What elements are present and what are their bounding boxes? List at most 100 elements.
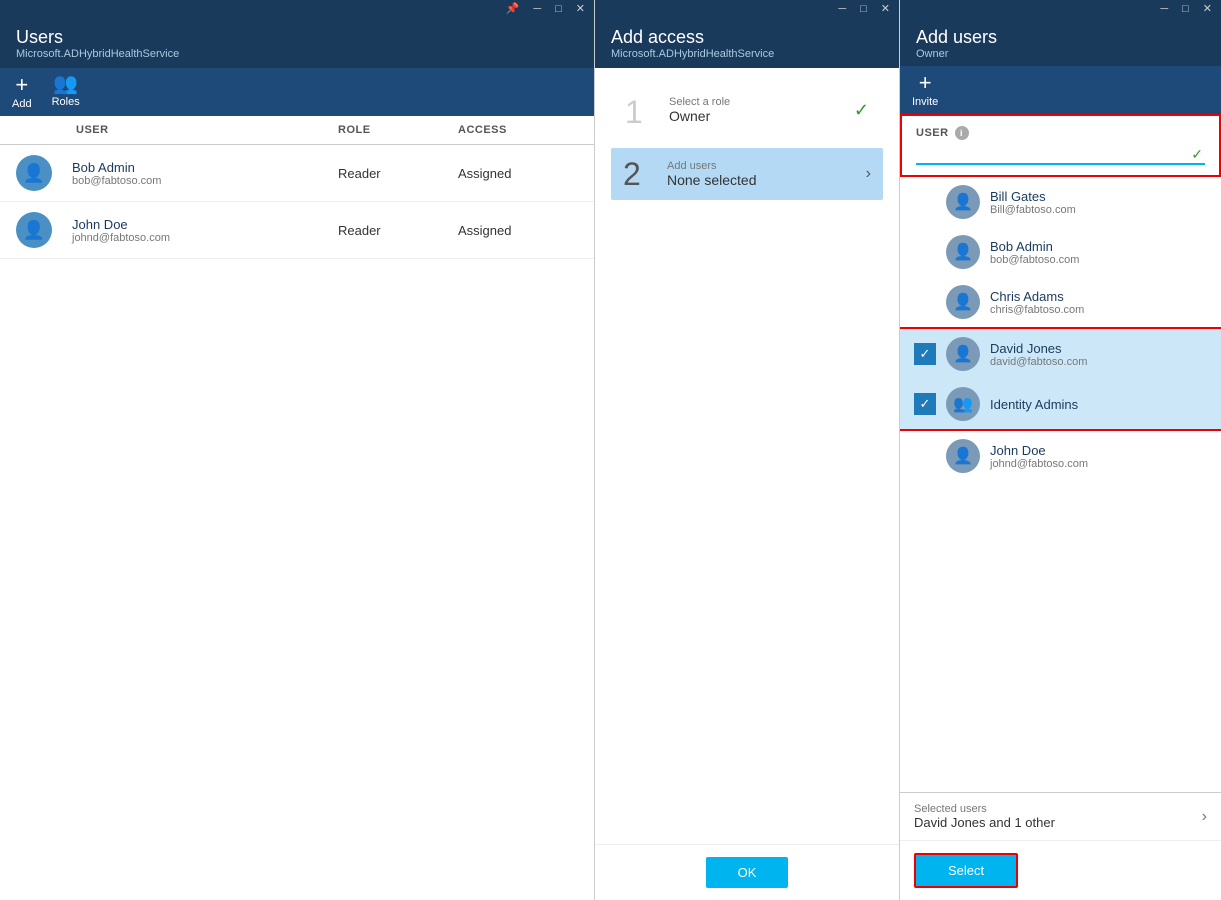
minimize-button[interactable]: ─ bbox=[1157, 2, 1171, 15]
close-button[interactable]: ✕ bbox=[1200, 2, 1215, 15]
add-users-title: Add users bbox=[916, 27, 1205, 48]
step-2-value: None selected bbox=[667, 172, 852, 188]
step-2-label: Add users bbox=[667, 160, 852, 172]
users-title: Users bbox=[16, 27, 578, 48]
avatar: 👤 bbox=[946, 235, 980, 269]
user-email: bob@fabtoso.com bbox=[72, 175, 338, 187]
user-role: Reader bbox=[338, 223, 458, 238]
access-header: Add access Microsoft.ADHybridHealthServi… bbox=[595, 17, 899, 68]
plus-icon: + bbox=[15, 74, 28, 96]
step-2[interactable]: 2 Add users None selected › bbox=[611, 148, 883, 200]
minimize-button[interactable]: ─ bbox=[835, 2, 849, 15]
invite-button[interactable]: + Invite bbox=[912, 72, 938, 108]
input-wrapper: ✓ bbox=[916, 144, 1205, 165]
user-name: Bill Gates bbox=[990, 189, 1076, 204]
users-toolbar: + Add 👥 Roles bbox=[0, 68, 594, 116]
checkbox-checked[interactable]: ✓ bbox=[914, 343, 936, 365]
user-email: johnd@fabtoso.com bbox=[72, 232, 338, 244]
list-item[interactable]: 👤 Chris Adams chris@fabtoso.com bbox=[900, 277, 1221, 327]
users-panel: 📌 ─ □ ✕ Users Microsoft.ADHybridHealthSe… bbox=[0, 0, 595, 900]
user-email: david@fabtoso.com bbox=[990, 356, 1087, 368]
avatar: 👤 bbox=[16, 212, 52, 248]
list-item[interactable]: 👤 Bill Gates Bill@fabtoso.com bbox=[900, 177, 1221, 227]
minimize-button[interactable]: ─ bbox=[530, 2, 544, 15]
step-1[interactable]: 1 Select a role Owner ✓ bbox=[611, 84, 883, 140]
user-name: Identity Admins bbox=[990, 397, 1078, 412]
maximize-button[interactable]: □ bbox=[552, 2, 565, 15]
table-header: USER ROLE ACCESS bbox=[0, 116, 594, 145]
list-item[interactable]: ✓ 👤 David Jones david@fabtoso.com bbox=[900, 329, 1221, 379]
close-button[interactable]: ✕ bbox=[573, 2, 588, 15]
users-header: Users Microsoft.ADHybridHealthService bbox=[0, 17, 594, 68]
selected-users-footer[interactable]: Selected users David Jones and 1 other › bbox=[900, 792, 1221, 840]
add-users-toolbar: + Invite bbox=[900, 66, 1221, 114]
roles-label: Roles bbox=[52, 96, 80, 108]
user-list: 👤 Bill Gates Bill@fabtoso.com 👤 Bob Admi… bbox=[900, 177, 1221, 485]
col-role: ROLE bbox=[338, 124, 458, 136]
ok-button[interactable]: OK bbox=[706, 857, 789, 888]
user-info: Chris Adams chris@fabtoso.com bbox=[990, 289, 1084, 316]
user-info: Identity Admins bbox=[990, 397, 1078, 412]
checkmark-icon: ✓ bbox=[854, 100, 869, 121]
add-users-header: Add users Owner bbox=[900, 17, 1221, 66]
step-2-content: Add users None selected bbox=[667, 160, 852, 188]
step-1-label: Select a role bbox=[669, 96, 840, 108]
step-2-number: 2 bbox=[623, 158, 653, 190]
roles-icon: 👥 bbox=[53, 74, 78, 94]
access-body: 1 Select a role Owner ✓ 2 Add users None… bbox=[595, 68, 899, 472]
list-item[interactable]: 👤 John Doe johnd@fabtoso.com bbox=[900, 431, 1221, 481]
close-button[interactable]: ✕ bbox=[878, 2, 893, 15]
maximize-button[interactable]: □ bbox=[1179, 2, 1192, 15]
table-row[interactable]: 👤 Bob Admin bob@fabtoso.com Reader Assig… bbox=[0, 145, 594, 202]
step-1-content: Select a role Owner bbox=[669, 96, 840, 124]
plus-icon: + bbox=[919, 72, 932, 94]
roles-button[interactable]: 👥 Roles bbox=[52, 74, 80, 110]
add-button[interactable]: + Add bbox=[12, 74, 32, 110]
select-button[interactable]: Select bbox=[914, 853, 1018, 888]
step-1-value: Owner bbox=[669, 108, 840, 124]
selected-users-label: Selected users bbox=[914, 803, 1055, 815]
checkbox-checked[interactable]: ✓ bbox=[914, 393, 936, 415]
users-subtitle: Microsoft.ADHybridHealthService bbox=[16, 48, 578, 60]
avatar: 👥 bbox=[946, 387, 980, 421]
user-email: Bill@fabtoso.com bbox=[990, 204, 1076, 216]
access-footer: OK bbox=[595, 844, 899, 900]
step-1-number: 1 bbox=[625, 96, 655, 128]
chevron-right-icon: › bbox=[1202, 808, 1207, 826]
user-email: johnd@fabtoso.com bbox=[990, 458, 1088, 470]
selected-users-info: Selected users David Jones and 1 other bbox=[914, 803, 1055, 830]
col-access: ACCESS bbox=[458, 124, 578, 136]
table-row[interactable]: 👤 John Doe johnd@fabtoso.com Reader Assi… bbox=[0, 202, 594, 259]
access-subtitle: Microsoft.ADHybridHealthService bbox=[611, 48, 883, 60]
avatar: 👤 bbox=[16, 155, 52, 191]
add-users-action: Select bbox=[900, 840, 1221, 900]
list-item[interactable]: 👤 Bob Admin bob@fabtoso.com bbox=[900, 227, 1221, 277]
list-item[interactable]: ✓ 👥 Identity Admins bbox=[900, 379, 1221, 429]
user-field-section: USER i ✓ bbox=[900, 114, 1221, 177]
chevron-right-icon: › bbox=[866, 165, 871, 183]
add-label: Add bbox=[12, 98, 32, 110]
input-check-icon: ✓ bbox=[1191, 146, 1203, 163]
avatar: 👤 bbox=[946, 439, 980, 473]
add-users-panel: ─ □ ✕ Add users Owner + Invite USER i ✓ bbox=[900, 0, 1221, 900]
invite-label: Invite bbox=[912, 96, 938, 108]
maximize-button[interactable]: □ bbox=[857, 2, 870, 15]
user-field-label: USER i bbox=[916, 126, 1205, 140]
users-topbar: 📌 ─ □ ✕ bbox=[0, 0, 594, 17]
selected-users-value: David Jones and 1 other bbox=[914, 815, 1055, 830]
info-icon: i bbox=[955, 126, 969, 140]
user-info: John Doe johnd@fabtoso.com bbox=[72, 217, 338, 244]
avatar: 👤 bbox=[946, 285, 980, 319]
add-users-body: USER i ✓ 👤 Bill Gates Bill@fabtoso.com bbox=[900, 114, 1221, 900]
avatar: 👤 bbox=[946, 185, 980, 219]
access-title: Add access bbox=[611, 27, 883, 48]
user-info: Bob Admin bob@fabtoso.com bbox=[990, 239, 1079, 266]
pin-button[interactable]: 📌 bbox=[503, 2, 523, 15]
access-topbar: ─ □ ✕ bbox=[595, 0, 899, 17]
add-access-panel: ─ □ ✕ Add access Microsoft.ADHybridHealt… bbox=[595, 0, 900, 900]
user-name: John Doe bbox=[990, 443, 1088, 458]
user-info: John Doe johnd@fabtoso.com bbox=[990, 443, 1088, 470]
user-search-input[interactable] bbox=[916, 144, 1205, 165]
add-users-subtitle: Owner bbox=[916, 48, 1205, 60]
selected-group: ✓ 👤 David Jones david@fabtoso.com ✓ 👥 Id… bbox=[900, 327, 1221, 431]
